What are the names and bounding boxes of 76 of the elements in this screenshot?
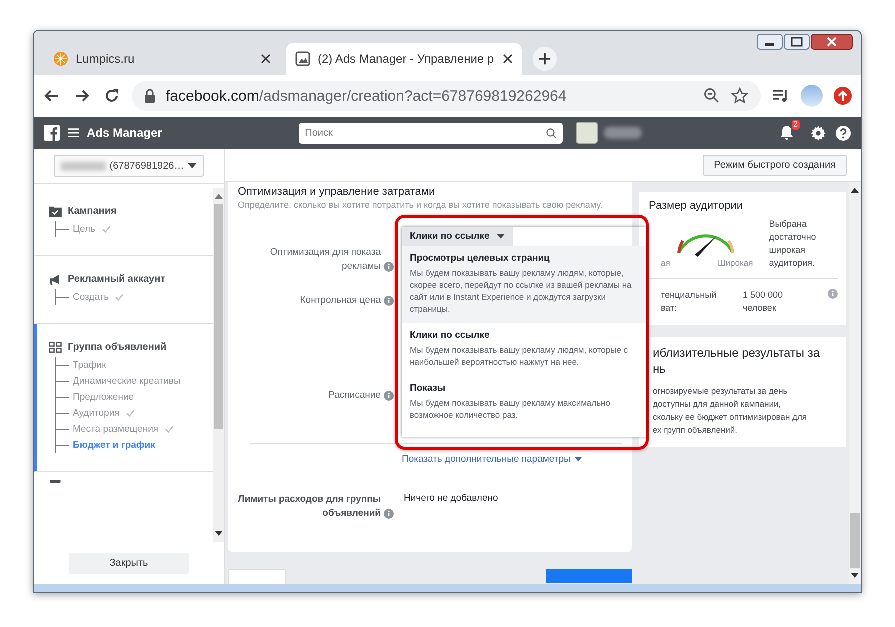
menu-icon[interactable] (68, 128, 79, 138)
info-icon[interactable] (384, 509, 394, 519)
close-icon[interactable] (811, 34, 853, 50)
account-select[interactable]: (67876981926… (54, 155, 204, 177)
folder-icon (49, 206, 62, 217)
help-icon[interactable] (836, 126, 851, 140)
zoom-out-icon[interactable] (703, 87, 721, 105)
caret-icon (188, 163, 197, 169)
section-description: Определите, сколько вы хотите потратить и когда вы хотите показывать свою рекламу. (238, 200, 604, 210)
info-icon[interactable] (384, 296, 394, 306)
notification-badge: 2 (792, 120, 800, 130)
scroll-up-icon[interactable] (851, 187, 859, 193)
scrollbar[interactable] (849, 182, 861, 584)
gauge-drawing (677, 234, 735, 258)
tab-title: Lumpics.ru (76, 52, 136, 66)
scrollbar-thumb[interactable] (850, 512, 860, 568)
page-avatar[interactable] (576, 122, 598, 144)
fruit-slice-icon (53, 51, 69, 67)
lock-icon (144, 89, 156, 103)
browser-tab[interactable]: (2) Ads Manager - Управление р (286, 43, 522, 75)
optimization-dropdown[interactable]: Клики по ссылке (402, 227, 513, 246)
sidebar-item[interactable]: Бюджет и график (73, 440, 156, 450)
caret-icon (496, 234, 505, 239)
section-icon (49, 480, 62, 483)
scrollbar[interactable] (213, 188, 224, 542)
star-icon[interactable] (731, 87, 749, 105)
bell-icon[interactable] (778, 125, 795, 141)
scroll-down-icon[interactable] (851, 573, 859, 579)
caret-icon (574, 457, 582, 462)
new-tab-icon[interactable] (532, 46, 558, 72)
card-title: иблизительные результаты за нь (653, 345, 822, 377)
minimize-icon[interactable] (757, 34, 783, 50)
section-title[interactable]: Кампания (68, 206, 117, 217)
info-icon[interactable] (384, 262, 394, 272)
close-button[interactable]: Закрыть (69, 552, 189, 574)
field-label: Оптимизация для показа рекламы (269, 246, 381, 274)
close-icon[interactable] (503, 54, 513, 64)
blurred-name (604, 127, 642, 139)
gauge-label: Широкая (718, 258, 754, 268)
info-icon[interactable] (384, 391, 394, 401)
search-field[interactable]: Поиск (299, 122, 564, 144)
gauge-label: ая (661, 258, 670, 268)
field-label: Лимиты расходов для группы объявлений (238, 493, 381, 521)
browser-tab[interactable]: Lumpics.ru (44, 43, 280, 75)
image-icon (295, 51, 311, 67)
field-label: Расписание (328, 389, 381, 403)
blurred-account-name (61, 162, 106, 170)
section-title[interactable]: Рекламный аккаунт (68, 274, 166, 285)
update-icon[interactable] (833, 86, 853, 106)
grid-icon (49, 342, 62, 353)
settings-icon[interactable] (810, 126, 826, 140)
facebook-logo-icon[interactable] (44, 125, 60, 141)
megaphone-icon (49, 274, 62, 285)
url-text: facebook.com/adsmanager/creation?act=678769819262964 (166, 88, 568, 104)
section-heading: Оптимизация и управление затратами (238, 186, 436, 198)
field-value: Ничего не добавлено (404, 493, 498, 504)
maximize-icon[interactable] (784, 34, 810, 50)
section-title[interactable]: Группа объявлений (68, 342, 167, 353)
quick-creation-button[interactable]: Режим быстрого создания (703, 154, 847, 176)
estimate-text: огнозируемые результаты за день доступны для данной кампании, скольку ее бюджет оптимизирован для ех групп объявлений. (653, 385, 808, 437)
dropdown-option[interactable]: Просмотры целевых страниц Мы будем показывать вашу рекламу людям, которые, скорее всего, перейдут по ссылке из вашей рекламы на сайт или в Instant Experience и дождутся загрузки страницы. (402, 246, 646, 323)
close-icon[interactable] (261, 54, 271, 64)
scrollbar-thumb[interactable] (214, 204, 223, 430)
field-label: Контрольная цена (300, 294, 381, 308)
tab-title: (2) Ads Manager - Управление р (318, 52, 496, 66)
reach-label: тенциальный ват: (661, 289, 718, 315)
audience-verdict: Выбрана достаточно широкая аудитория. (769, 218, 818, 270)
more-options-link[interactable]: Показать дополнительные параметры (402, 454, 571, 465)
address-bar[interactable]: facebook.com/adsmanager/creation?act=678769819262964 (132, 81, 761, 111)
dropdown-option[interactable]: Клики по ссылке Мы будем показывать вашу рекламу людям, которые с наибольшей вероятностью нажмут на нее. (402, 323, 646, 376)
scroll-down-icon[interactable] (214, 531, 222, 537)
search-icon (546, 128, 558, 138)
app-title: Ads Manager (87, 126, 162, 140)
card-title: Размер аудитории (649, 200, 744, 212)
dropdown-option[interactable]: Показы Мы будем показывать вашу рекламу максимально возможное количество раз. (402, 376, 646, 429)
reach-value: 1 500 000 человек (743, 289, 784, 315)
